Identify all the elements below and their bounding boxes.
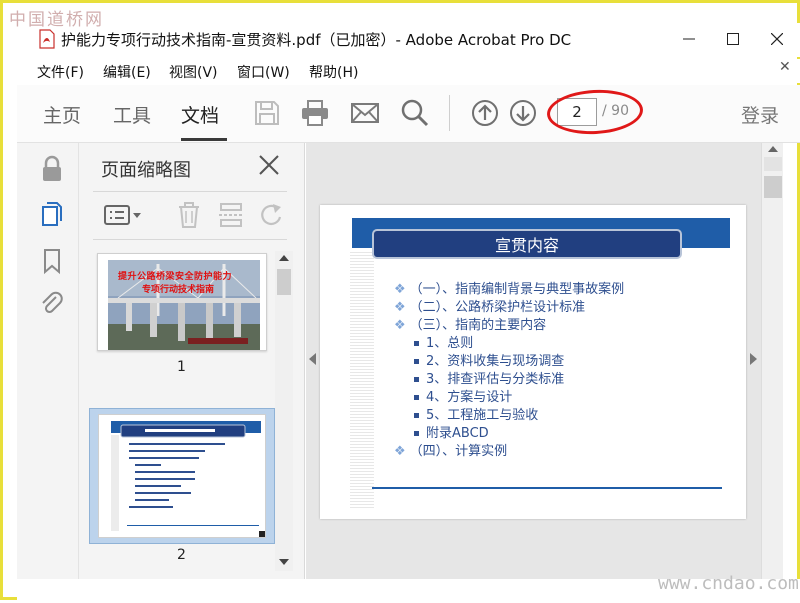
document-scrollbar[interactable] (761, 143, 783, 579)
rotate-page-icon[interactable] (257, 201, 285, 229)
save-icon[interactable] (251, 97, 283, 129)
page-thumbnail-1[interactable]: 提升公路桥梁安全防护能力 专项行动技术指南 (97, 253, 267, 351)
active-tab-indicator (181, 138, 227, 141)
slide-item: 1、总则 (414, 332, 473, 351)
next-page-icon[interactable] (507, 97, 539, 129)
slide-title-text: 宣贯内容 (494, 236, 559, 255)
slide-item-text: （一）、指南编制背景与典型事故案例 (409, 282, 625, 297)
page-thumbnails-icon[interactable] (39, 201, 65, 229)
slide-item: ❖ （二）、公路桥梁护栏设计标准 (394, 296, 585, 315)
slide-item-text: 4、方案与设计 (426, 390, 513, 405)
search-icon[interactable] (399, 97, 431, 129)
minimize-icon (683, 38, 695, 40)
square-bullet-icon (414, 431, 419, 436)
square-bullet-icon (414, 377, 419, 382)
panel-divider (93, 191, 287, 192)
print-icon[interactable] (299, 97, 331, 129)
window-title: 护能力专项行动技术指南-宣贯资料.pdf（已加密）- Adobe Acrobat… (61, 31, 572, 49)
close-icon (771, 33, 783, 45)
slide-item: 3、排查评估与分类标准 (414, 368, 564, 387)
slide-item-text: （三）、指南的主要内容 (409, 318, 547, 333)
options-menu-icon[interactable] (103, 201, 143, 229)
highlight-ellipse (545, 87, 645, 137)
attachment-icon[interactable] (39, 291, 65, 319)
maximize-icon (727, 33, 739, 45)
slide-item: ❖ （一）、指南编制背景与典型事故案例 (394, 278, 624, 297)
menu-view[interactable]: 视图(V) (169, 62, 218, 82)
slide-item: ❖ （三）、指南的主要内容 (394, 314, 546, 333)
tab-home[interactable]: 主页 (43, 101, 81, 128)
scroll-up-icon[interactable] (768, 146, 778, 152)
menu-help[interactable]: 帮助(H) (309, 62, 358, 82)
slide-title: 宣贯内容 (372, 229, 682, 259)
panel-divider (93, 239, 287, 240)
menu-edit[interactable]: 编辑(E) (103, 62, 151, 82)
slide-item-text: （四）、计算实例 (409, 444, 508, 459)
expand-right-panel-icon[interactable] (750, 353, 757, 365)
slide-item: 附录ABCD (414, 422, 489, 441)
page-thumbnail-2[interactable] (98, 414, 266, 538)
left-navigation-rail (17, 143, 79, 579)
pdf-page: 宣贯内容 ❖ （一）、指南编制背景与典型事故案例 ❖ （二）、公路桥梁护栏设计标准 … (320, 205, 746, 519)
slide-item: 2、资料收集与现场调查 (414, 350, 564, 369)
thumb2-page-number: 2 (177, 547, 186, 563)
tab-tools[interactable]: 工具 (113, 101, 151, 128)
square-bullet-icon (414, 341, 419, 346)
square-bullet-icon (414, 413, 419, 418)
close-document-icon[interactable]: ✕ (779, 59, 791, 75)
slide-miniature (99, 415, 265, 537)
extract-page-icon[interactable] (217, 201, 245, 229)
slide-item-text: （二）、公路桥梁护栏设计标准 (409, 300, 586, 315)
panel-title: 页面缩略图 (101, 160, 191, 181)
slide-item-text: 5、工程施工与验收 (426, 408, 539, 423)
login-link[interactable]: 登录 (741, 101, 779, 128)
document-view[interactable]: 宣贯内容 ❖ （一）、指南编制背景与典型事故案例 ❖ （二）、公路桥梁护栏设计标准 … (306, 143, 761, 579)
slide-item: 5、工程施工与验收 (414, 404, 538, 423)
thumb1-page-number: 1 (177, 359, 186, 375)
main-toolbar: 主页 工具 文档 2 / 90 登录 (17, 85, 800, 143)
bookmark-icon[interactable] (39, 247, 65, 275)
slide-item-text: 附录ABCD (426, 426, 489, 441)
screenshot-frame: 中国道桥网 护能力专项行动技术指南-宣贯资料.pdf（已加密）- Adobe A… (0, 0, 800, 603)
watermark-bottom-right: www.cndao.com (658, 573, 799, 594)
email-icon[interactable] (349, 97, 381, 129)
pdf-file-icon (39, 29, 55, 49)
menu-bar: 文件(F) 编辑(E) 视图(V) 窗口(W) 帮助(H) ✕ (17, 59, 800, 83)
toolbar-separator (449, 95, 450, 131)
thumb1-title-line1: 提升公路桥梁安全防护能力 (118, 272, 233, 282)
close-panel-icon[interactable] (257, 153, 281, 177)
slide-item-text: 2、资料收集与现场调查 (426, 354, 565, 369)
menu-file[interactable]: 文件(F) (37, 62, 84, 82)
title-bar: 护能力专项行动技术指南-宣贯资料.pdf（已加密）- Adobe Acrobat… (17, 23, 800, 57)
previous-page-icon[interactable] (469, 97, 501, 129)
slide-item-text: 3、排查评估与分类标准 (426, 372, 565, 387)
slide-decorative-lines (350, 252, 374, 510)
square-bullet-icon (414, 395, 419, 400)
slide-item: 4、方案与设计 (414, 386, 512, 405)
collapse-left-panel-icon[interactable] (309, 353, 316, 365)
diamond-bullet-icon: ❖ (394, 282, 406, 297)
slide-item-text: 1、总则 (426, 336, 474, 351)
square-bullet-icon (414, 359, 419, 364)
thumbnail-scrollbar[interactable] (275, 251, 293, 571)
lock-icon[interactable] (39, 155, 65, 183)
watermark-top-left: 中国道桥网 (9, 10, 104, 30)
close-window-button[interactable] (755, 25, 799, 53)
diamond-bullet-icon: ❖ (394, 300, 406, 315)
scroll-track (764, 157, 782, 171)
minimize-button[interactable] (667, 25, 711, 53)
slide-item: ❖ （四）、计算实例 (394, 440, 507, 459)
diamond-bullet-icon: ❖ (394, 444, 406, 459)
diamond-bullet-icon: ❖ (394, 318, 406, 333)
thumb1-title-line2: 专项行动技术指南 (142, 285, 215, 295)
scroll-thumb[interactable] (764, 176, 782, 198)
page-thumbnails-panel: 页面缩略图 提升公路桥梁安全防护能力 专项行动技术指南 1 2 (79, 143, 305, 579)
tab-document[interactable]: 文档 (181, 101, 219, 128)
maximize-button[interactable] (711, 25, 755, 53)
slide-footer-rule (372, 487, 722, 489)
delete-page-icon[interactable] (175, 201, 203, 229)
menu-window[interactable]: 窗口(W) (237, 62, 290, 82)
